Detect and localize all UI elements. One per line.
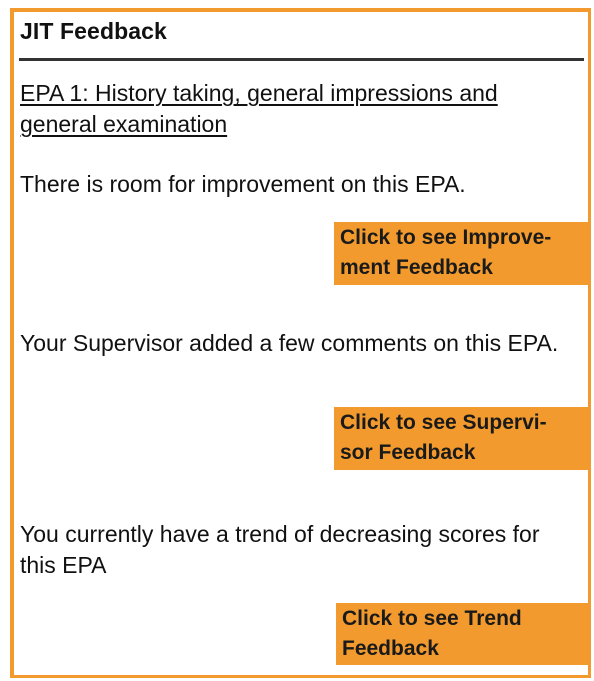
supervisor-message: Your Supervisor added a few comments on … [20,330,559,356]
improvement-feedback-button[interactable]: Click to see Improve- ment Feedback [334,222,588,285]
improvement-message: There is room for improvement on this EP… [20,171,466,197]
trend-message: You currently have a trend of decreasing… [20,521,540,578]
title-divider [19,58,584,61]
epa-title: EPA 1: History taking, general impressio… [20,80,498,137]
trend-feedback-button[interactable]: Click to see Trend Feedback [336,603,588,665]
supervisor-feedback-button[interactable]: Click to see Supervi- sor Feedback [334,407,588,470]
jit-feedback-panel: JIT Feedback EPA 1: History taking, gene… [10,8,591,678]
panel-title: JIT Feedback [20,18,167,44]
